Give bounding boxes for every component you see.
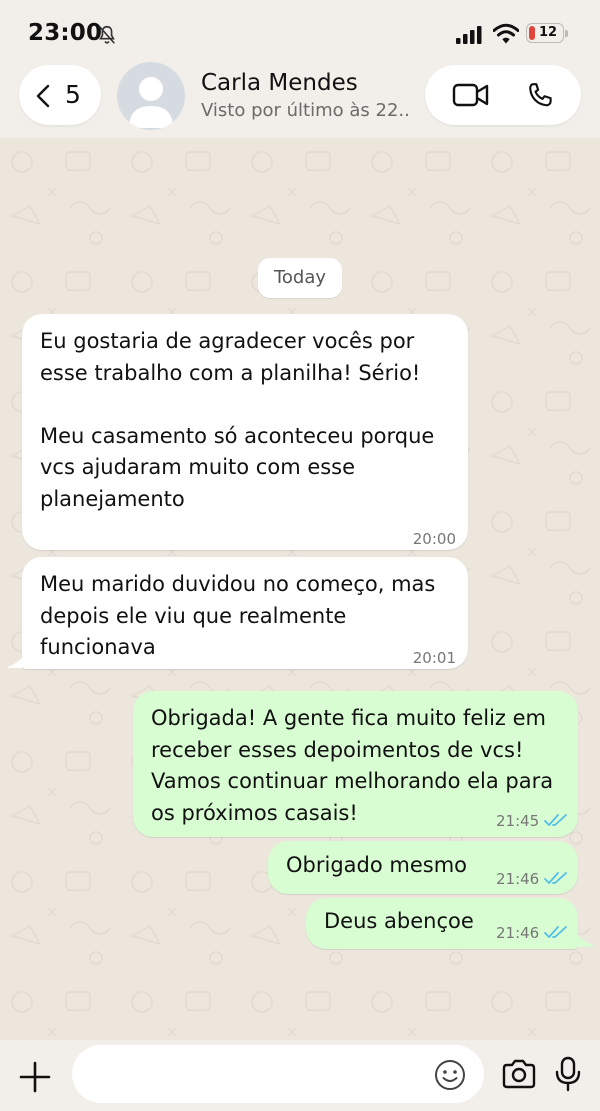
message-text: Deus abençoe [324, 909, 474, 933]
double-check-icon [544, 814, 567, 826]
chevron-left-icon [36, 84, 50, 108]
video-call-icon[interactable] [452, 81, 490, 109]
message-bubble-incoming[interactable]: Eu gostaria de agradecer vocês por esse … [22, 314, 468, 550]
bubble-tail-outgoing [576, 933, 596, 947]
wifi-icon [493, 23, 519, 44]
message-bubble-outgoing[interactable]: Obrigado mesmo 21:46 [268, 841, 578, 894]
last-seen-status: Visto por último às 22... [201, 100, 411, 121]
chat-area[interactable]: Today Eu gostaria de agradecer vocês por… [0, 138, 600, 1040]
message-bubble-incoming[interactable]: Meu marido duvidou no começo, mas depois… [22, 557, 468, 669]
emoji-icon[interactable] [434, 1059, 466, 1091]
battery-level: 12 [538, 25, 558, 40]
message-text: Meu marido duvidou no começo, mas depois… [40, 572, 436, 659]
phone-call-icon[interactable] [525, 81, 555, 111]
avatar-placeholder-icon [129, 77, 173, 128]
status-bar: 23:00 12 [0, 0, 600, 62]
avatar[interactable] [117, 62, 185, 130]
double-check-icon [544, 872, 567, 884]
unread-count: 5 [65, 80, 81, 109]
battery-icon: 12 [526, 23, 570, 45]
message-time: 20:01 [412, 649, 456, 667]
message-time: 21:46 [496, 870, 540, 888]
message-text: Obrigado mesmo [286, 853, 468, 877]
bell-off-icon [99, 25, 115, 44]
message-composer [0, 1040, 600, 1111]
message-text: Eu gostaria de agradecer vocês por esse … [40, 329, 435, 511]
signal-icon [456, 26, 482, 44]
message-text: Obrigada! A gente fica muito feliz em re… [151, 706, 554, 825]
call-actions [425, 65, 581, 125]
message-time: 20:00 [412, 530, 456, 548]
date-separator: Today [258, 258, 342, 298]
message-bubble-outgoing[interactable]: Obrigada! A gente fica muito feliz em re… [133, 691, 578, 837]
plus-icon[interactable] [18, 1060, 52, 1094]
status-time: 23:00 [28, 20, 103, 46]
message-input[interactable] [92, 1055, 436, 1095]
message-time: 21:46 [496, 924, 540, 942]
contact-name[interactable]: Carla Mendes [201, 70, 358, 96]
message-time: 21:45 [496, 812, 540, 830]
chat-header: 5 Carla Mendes Visto por último às 22... [0, 62, 600, 138]
back-button[interactable]: 5 [19, 65, 101, 125]
double-check-icon [544, 926, 567, 938]
camera-icon[interactable] [501, 1059, 537, 1089]
message-input-wrapper [72, 1045, 484, 1103]
message-bubble-outgoing[interactable]: Deus abençoe 21:46 [306, 898, 578, 949]
microphone-icon[interactable] [555, 1056, 581, 1092]
